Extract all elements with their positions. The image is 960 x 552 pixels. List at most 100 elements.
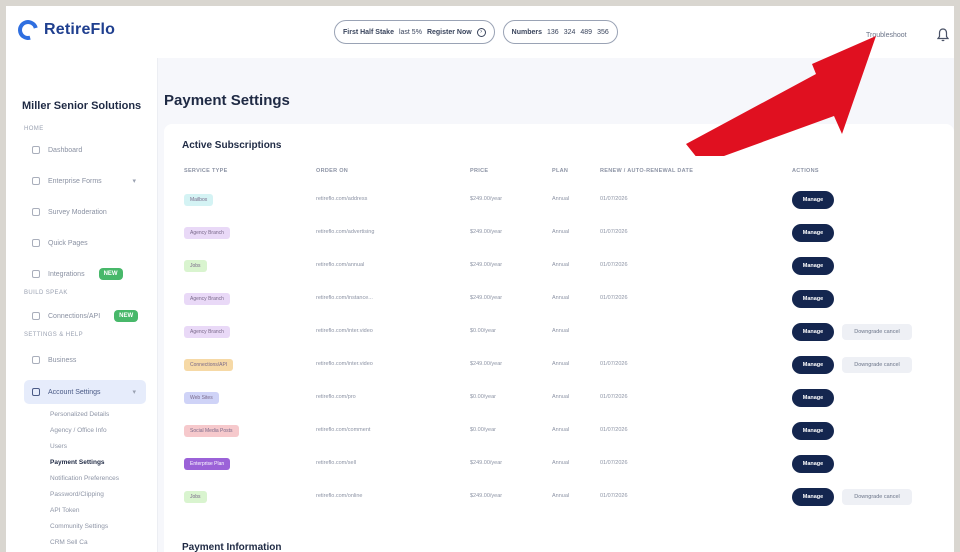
sidebar-item-label: Integrations xyxy=(48,270,85,278)
sidebar-item-label: Connections/API xyxy=(48,312,101,320)
sidebar-item-account-settings[interactable]: Account Settings ▾ xyxy=(24,380,146,404)
pill-number: 136 xyxy=(547,28,559,36)
price-cell: $249.00/year xyxy=(470,361,503,367)
manage-button[interactable]: Manage xyxy=(792,323,834,341)
renewal-date-cell: 01/07/2026 xyxy=(600,460,628,466)
page-title: Payment Settings xyxy=(164,92,290,109)
card-title: Active Subscriptions xyxy=(182,140,282,151)
sidebar-item-business[interactable]: Business xyxy=(24,348,146,372)
order-cell: retireflo.com/annual xyxy=(316,262,365,268)
section-label-build: BUILD SPEAK xyxy=(24,290,68,296)
pill-value: last 5% xyxy=(398,28,422,36)
numbers-pill[interactable]: Numbers 136 324 489 356 xyxy=(502,20,618,44)
sidebar-subitem[interactable]: Password/Clipping xyxy=(50,491,104,498)
order-cell: retireflo.com/sell xyxy=(316,460,357,466)
downgrade-cancel-button[interactable]: Downgrade cancel xyxy=(842,324,912,340)
plan-cell: Annual xyxy=(552,493,570,499)
table-row: Agency Branch retireflo.com/advertising $2… xyxy=(164,217,954,250)
order-cell: retireflo.com/pro xyxy=(316,394,356,400)
renewal-date-cell: 01/07/2026 xyxy=(600,295,628,301)
service-type-badge: Jobs xyxy=(184,260,207,272)
service-type-badge: Agency Branch xyxy=(184,326,230,338)
sidebar-subitem[interactable]: API Token xyxy=(50,507,80,514)
first-half-pill[interactable]: First Half Stake last 5% Register Now › xyxy=(334,20,495,44)
sidebar-subitem[interactable]: Users xyxy=(50,443,67,450)
manage-button[interactable]: Manage xyxy=(792,455,834,473)
manage-button[interactable]: Manage xyxy=(792,290,834,308)
manage-button[interactable]: Manage xyxy=(792,389,834,407)
order-cell: retireflo.com/instance... xyxy=(316,295,373,301)
business-icon xyxy=(32,356,40,364)
price-cell: $249.00/year xyxy=(470,460,503,466)
service-type-badge: Agency Branch xyxy=(184,293,230,305)
column-header: ACTIONS xyxy=(792,168,819,174)
manage-button[interactable]: Manage xyxy=(792,356,834,374)
order-cell: retireflo.com/advertising xyxy=(316,229,375,235)
sidebar-subitem[interactable]: Notification Preferences xyxy=(50,475,119,482)
plan-cell: Annual xyxy=(552,394,570,400)
sidebar-item-label: Dashboard xyxy=(48,146,83,154)
table-row: Agency Branch retireflo.com/instance... $2… xyxy=(164,283,954,316)
column-header: PLAN xyxy=(552,168,569,174)
price-cell: $0.00/year xyxy=(470,394,496,400)
manage-button[interactable]: Manage xyxy=(792,257,834,275)
sidebar-item-connections-api[interactable]: Connections/API NEW xyxy=(24,304,146,328)
price-cell: $249.00/year xyxy=(470,493,503,499)
service-type-badge: Connections/API xyxy=(184,359,234,371)
renewal-date-cell: 01/07/2026 xyxy=(600,394,628,400)
logo-text: RetireFlo xyxy=(44,21,116,38)
plan-cell: Annual xyxy=(552,262,570,268)
downgrade-cancel-button[interactable]: Downgrade cancel xyxy=(842,357,912,373)
renewal-date-cell: 01/07/2026 xyxy=(600,196,628,202)
logo[interactable]: RetireFlo xyxy=(14,16,116,44)
subscriptions-card: Active Subscriptions SERVICE TYPE ORDER … xyxy=(164,124,954,552)
plan-cell: Annual xyxy=(552,361,570,367)
order-cell: retireflo.com/inter.video xyxy=(316,361,373,367)
sidebar-item-survey-moderation[interactable]: Survey Moderation xyxy=(24,200,146,224)
column-header: PRICE xyxy=(470,168,489,174)
sidebar-item-integrations[interactable]: Integrations NEW xyxy=(24,262,146,286)
manage-button[interactable]: Manage xyxy=(792,224,834,242)
manage-button[interactable]: Manage xyxy=(792,191,834,209)
table-row: Jobs retireflo.com/online $249.00/year Annu… xyxy=(164,481,954,514)
service-type-badge: Mailbox xyxy=(184,194,214,206)
table-row: Mailbox retireflo.com/address $249.00/year… xyxy=(164,184,954,217)
plan-cell: Annual xyxy=(552,427,570,433)
sidebar-subitem-payment-settings[interactable]: Payment Settings xyxy=(50,459,105,466)
downgrade-cancel-button[interactable]: Downgrade cancel xyxy=(842,489,912,505)
sidebar-subitem[interactable]: Personalized Details xyxy=(50,411,109,418)
red-arrow-icon xyxy=(686,36,876,156)
pill-label: First Half Stake xyxy=(343,28,394,36)
pill-link[interactable]: Register Now xyxy=(427,29,472,36)
plan-cell: Annual xyxy=(552,229,570,235)
table-row: Agency Branch retireflo.com/inter.video $0… xyxy=(164,316,954,349)
sidebar: Miller Senior Solutions HOME Dashboard E… xyxy=(6,58,158,552)
manage-button[interactable]: Manage xyxy=(792,488,834,506)
price-cell: $0.00/year xyxy=(470,427,496,433)
top-pills: First Half Stake last 5% Register Now › … xyxy=(334,20,618,44)
sidebar-item-quick-pages[interactable]: Quick Pages xyxy=(24,231,146,255)
plan-cell: Annual xyxy=(552,460,570,466)
table-row: Connections/API retireflo.com/inter.video… xyxy=(164,349,954,382)
table-row: Web Sites retireflo.com/pro $0.00/year Annu… xyxy=(164,382,954,415)
manage-button[interactable]: Manage xyxy=(792,422,834,440)
sidebar-subitem[interactable]: Agency / Office Info xyxy=(50,427,107,434)
integrations-icon xyxy=(32,270,40,278)
sidebar-item-label: Quick Pages xyxy=(48,239,88,247)
survey-icon xyxy=(32,208,40,216)
chevron-down-icon: ▾ xyxy=(132,178,136,185)
table-row: Enterprise Plan retireflo.com/sell $249.00… xyxy=(164,448,954,481)
sidebar-item-dashboard[interactable]: Dashboard xyxy=(24,138,146,162)
bell-icon[interactable] xyxy=(937,28,949,42)
order-cell: retireflo.com/comment xyxy=(316,427,371,433)
sidebar-subitem[interactable]: Community Settings xyxy=(50,523,108,530)
order-cell: retireflo.com/inter.video xyxy=(316,328,373,334)
renewal-date-cell: 01/07/2026 xyxy=(600,427,628,433)
table-row: Social Media Posts retireflo.com/comment $… xyxy=(164,415,954,448)
sidebar-item-enterprise-forms[interactable]: Enterprise Forms ▾ xyxy=(24,169,146,193)
section-label-settings: SETTINGS & HELP xyxy=(24,332,84,338)
order-cell: retireflo.com/address xyxy=(316,196,368,202)
sidebar-subitem[interactable]: CRM Sell Ca xyxy=(50,539,88,546)
forms-icon xyxy=(32,177,40,185)
logo-mark-icon xyxy=(14,16,42,44)
